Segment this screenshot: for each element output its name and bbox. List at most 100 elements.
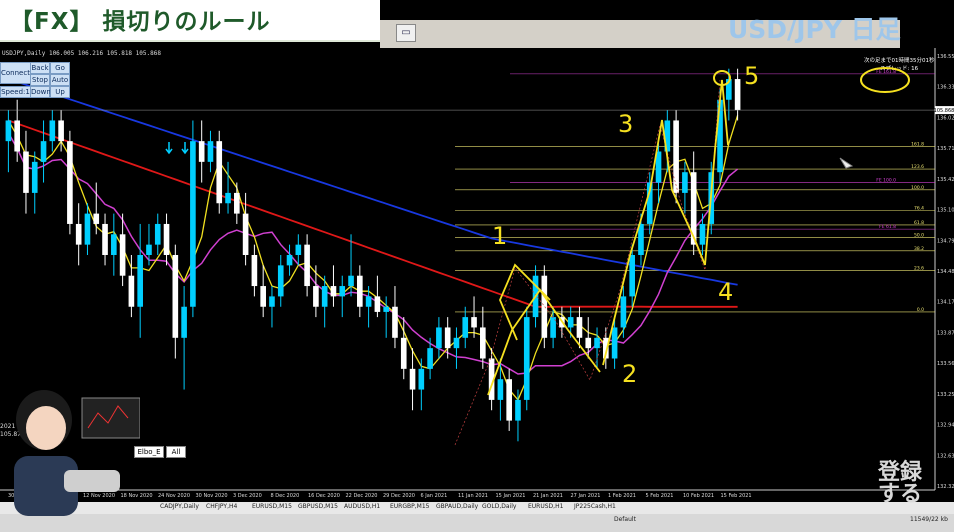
candle-body xyxy=(198,141,205,162)
candle-body xyxy=(163,223,170,255)
candle-body xyxy=(699,223,706,245)
y-tick-label: 134.480 xyxy=(937,269,954,275)
candle-body xyxy=(348,275,354,287)
chart-tab[interactable]: CHFJPY,H4 xyxy=(206,503,237,510)
chart-tab[interactable]: EURUSD,M15 xyxy=(252,503,292,510)
y-tick-label: 136.025 xyxy=(937,115,954,121)
chart-tab[interactable]: GBPAUD,Daily xyxy=(436,503,478,510)
candle-body xyxy=(93,213,100,224)
candle-body xyxy=(119,234,126,276)
candle-body xyxy=(436,327,442,349)
candle-body xyxy=(277,265,284,297)
x-tick-label: 1 Feb 2021 xyxy=(608,493,636,499)
candle-body xyxy=(40,141,47,162)
x-tick-label: 11 Jan 2021 xyxy=(458,493,488,499)
candle-body xyxy=(480,327,486,359)
candle-body xyxy=(102,223,108,255)
candle-body xyxy=(234,192,240,214)
candle-body xyxy=(541,275,548,338)
candle-body xyxy=(313,286,319,307)
status-bar xyxy=(0,514,954,532)
go-button[interactable]: Go xyxy=(50,62,70,74)
chart-tab[interactable]: AUDUSD,H1 xyxy=(344,503,380,510)
fib-level-label: 38.2 xyxy=(914,246,924,252)
candle-body xyxy=(673,120,679,193)
y-tick-label: 135.420 xyxy=(937,177,954,183)
candle-body xyxy=(357,275,363,307)
pair-title: USD/JPY 日足 xyxy=(728,15,901,44)
video-title: 【FX】 損切りのルール xyxy=(10,9,271,35)
candle-body xyxy=(242,213,249,255)
down-button[interactable]: Down xyxy=(30,86,51,98)
candle-body xyxy=(14,120,20,152)
wave-label: 1 xyxy=(492,222,507,250)
x-tick-label: 15 Feb 2021 xyxy=(721,493,752,499)
candle-body xyxy=(207,141,214,162)
candle-body xyxy=(339,286,346,297)
x-tick-label: 24 Nov 2020 xyxy=(158,493,190,499)
speed-button[interactable]: Speed:1 xyxy=(0,86,31,98)
bar-timer-note: 次の足まで01時間35分01秒 xyxy=(864,56,935,64)
candle-body xyxy=(216,141,223,204)
x-tick-label: 6 Jan 2021 xyxy=(421,493,448,499)
candle-body xyxy=(128,275,135,307)
y-tick-label: 133.870 xyxy=(937,330,954,336)
current-price-text: 105.868 xyxy=(934,108,954,114)
x-tick-label: 22 Dec 2020 xyxy=(346,493,378,499)
candle-body xyxy=(418,368,425,390)
chart-tab[interactable]: EURGBP,M15 xyxy=(390,503,429,510)
chart-tab[interactable]: JP225Cash,H1 xyxy=(574,503,616,510)
candle-body xyxy=(506,379,512,421)
candle-body xyxy=(620,296,627,328)
candle-body xyxy=(67,141,73,224)
candle-body xyxy=(304,244,310,287)
candle-body xyxy=(629,255,635,297)
all-button[interactable]: All xyxy=(166,446,186,458)
candle-body xyxy=(409,368,416,390)
chart-tab[interactable]: GOLD,Daily xyxy=(482,503,516,510)
candle-body xyxy=(383,306,389,312)
wave-label: 3 xyxy=(618,110,633,138)
up-button[interactable]: Up xyxy=(50,86,70,98)
y-tick-label: 134.175 xyxy=(937,300,954,306)
candle-body xyxy=(611,327,618,359)
x-tick-label: 21 Jan 2021 xyxy=(533,493,563,499)
connect-button[interactable]: Connect xyxy=(0,62,31,84)
candle-body xyxy=(374,296,381,312)
x-tick-label: 16 Dec 2020 xyxy=(308,493,340,499)
wave-label: 2 xyxy=(622,360,637,388)
candle-body xyxy=(515,399,521,421)
auto-button[interactable]: Auto xyxy=(50,74,70,86)
back-button[interactable]: Back xyxy=(30,62,50,74)
fib-level-label: 76.4 xyxy=(914,205,924,211)
window-icon[interactable]: ▭ xyxy=(396,24,416,42)
x-tick-label: 5 Feb 2021 xyxy=(646,493,674,499)
x-tick-label: 8 Dec 2020 xyxy=(271,493,300,499)
chart-tab[interactable]: EURUSD,H1 xyxy=(528,503,563,510)
chart-tab[interactable]: GBPUSD,M15 xyxy=(298,503,338,510)
candle-body xyxy=(154,223,161,245)
chart-tab[interactable]: CADJPY,Daily xyxy=(160,503,199,510)
presenter-avatar xyxy=(14,390,140,516)
candle-body xyxy=(75,223,82,245)
stop-button[interactable]: Stop xyxy=(30,74,50,86)
y-tick-label: 132.635 xyxy=(937,453,954,459)
fib-level-label: 161.8 xyxy=(911,141,924,147)
candle-body xyxy=(734,79,741,111)
candle-body xyxy=(49,120,56,142)
candle-body xyxy=(137,255,143,307)
candle-body xyxy=(497,379,504,400)
y-tick-label: 133.250 xyxy=(937,392,954,398)
candle-body xyxy=(23,151,29,193)
candle-body xyxy=(84,213,91,245)
fib-level-label: 0.0 xyxy=(917,307,924,313)
candle-body xyxy=(365,296,372,307)
candle-body xyxy=(260,286,266,307)
candle-body xyxy=(567,317,574,328)
candle-body xyxy=(682,172,688,193)
y-tick-label: 136.555 xyxy=(937,54,954,60)
x-tick-label: 3 Dec 2020 xyxy=(233,493,262,499)
candle-body xyxy=(286,255,293,266)
candle-body xyxy=(295,244,302,255)
fib-level-label: 61.8 xyxy=(914,220,924,226)
